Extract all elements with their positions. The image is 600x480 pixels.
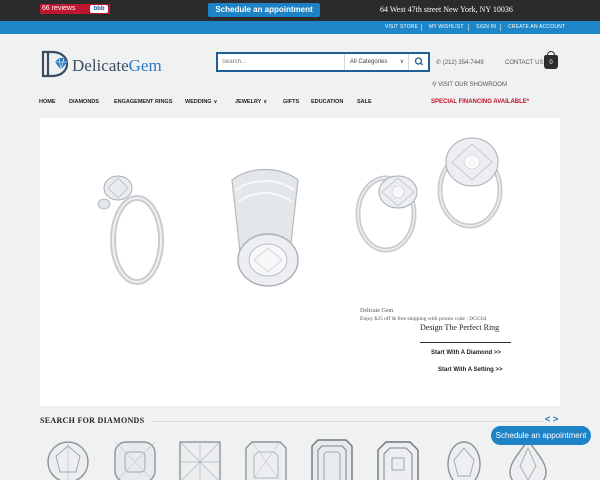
- chevron-down-icon: ∨: [263, 99, 268, 105]
- nav-education[interactable]: EDUCATION: [311, 96, 343, 108]
- solitaire-ring-image: [355, 175, 418, 253]
- halo-ring-image: [231, 169, 299, 287]
- emerald-diamond-shape[interactable]: [308, 436, 356, 480]
- bbb-logo: bbb: [90, 5, 108, 13]
- cart-icon[interactable]: 0: [544, 51, 558, 69]
- nav-diamonds[interactable]: DIAMONDS: [69, 96, 99, 108]
- cushion-diamond-shape[interactable]: [111, 436, 159, 480]
- cart-count: 0: [549, 60, 553, 66]
- hero-title: Design The Perfect Ring: [420, 323, 500, 332]
- divider: [500, 24, 501, 31]
- engagement-ring-image: [97, 175, 164, 285]
- category-select[interactable]: All Categories ∨: [344, 54, 408, 70]
- logo-text-accent: Gem: [128, 56, 162, 75]
- reviews-count: 66 reviews: [42, 5, 76, 12]
- logo-text-main: Delicate: [72, 56, 129, 75]
- wishlist-link[interactable]: MY WISHLIST: [429, 21, 464, 34]
- oval-ring-image: [437, 137, 503, 229]
- chevron-down-icon: ∨: [213, 99, 218, 105]
- nav-jewelry-label: JEWELRY: [235, 99, 262, 105]
- visit-showroom-link[interactable]: ⚲ VISIT OUR SHOWROOM: [432, 80, 507, 90]
- logo-wordmark[interactable]: DelicateGem: [72, 56, 162, 76]
- divider: [421, 24, 422, 31]
- top-bar: 66 reviews bbb Schedule an appointment 6…: [0, 0, 600, 21]
- logo-mark-icon[interactable]: [40, 50, 68, 78]
- contact-us-link[interactable]: CONTACT US: [505, 58, 543, 68]
- divider: [152, 421, 544, 422]
- create-account-link[interactable]: CREATE AN ACCOUNT: [508, 21, 565, 34]
- oval-diamond-shape[interactable]: [440, 436, 488, 480]
- floating-appointment-button[interactable]: Schedule an appointment: [491, 426, 591, 445]
- radiant-diamond-shape[interactable]: [242, 436, 290, 480]
- store-address: 64 West 47th street New York, NY 10036: [380, 5, 513, 14]
- nav-wedding-label: WEDDING: [185, 99, 212, 105]
- promo-brand: Delicate Gem: [360, 308, 394, 314]
- search-bar: All Categories ∨: [216, 52, 430, 72]
- nav-gifts[interactable]: GIFTS: [283, 96, 299, 108]
- nav-engagement-rings[interactable]: ENGAGEMENT RINGS: [114, 96, 172, 108]
- category-select-value: All Categories: [350, 59, 388, 65]
- divider: [468, 24, 469, 31]
- chevron-down-icon: ∨: [399, 59, 404, 65]
- sign-in-link[interactable]: SIGN IN: [476, 21, 496, 34]
- search-button[interactable]: [408, 54, 428, 70]
- nav-sale[interactable]: SALE: [357, 96, 372, 108]
- princess-diamond-shape[interactable]: [176, 436, 224, 480]
- phone-number[interactable]: ✆ (212) 354-7449: [436, 58, 484, 68]
- search-input[interactable]: [222, 54, 342, 70]
- schedule-appointment-button[interactable]: Schedule an appointment: [208, 3, 320, 17]
- nav-wedding[interactable]: WEDDING ∨: [185, 96, 217, 108]
- map-pin-icon: ⚲: [432, 82, 437, 88]
- divider: [420, 342, 511, 343]
- visit-store-link[interactable]: VISIT STORE: [385, 21, 418, 34]
- phone-icon: ✆: [436, 60, 442, 66]
- carousel-prev-arrow-icon[interactable]: <: [545, 413, 550, 425]
- search-icon: [414, 57, 424, 66]
- carousel-next-arrow-icon[interactable]: >: [553, 413, 558, 425]
- reviews-badge[interactable]: 66 reviews bbb: [40, 4, 110, 14]
- hero-banner[interactable]: Delicate Gem Enjoy $25 off & free shippi…: [40, 118, 560, 406]
- promo-code-text: Enjoy $25 off & free shipping with promo…: [360, 316, 487, 322]
- utility-link-bar: VISIT STORE MY WISHLIST SIGN IN CREATE A…: [0, 21, 600, 34]
- phone-text: (212) 354-7449: [442, 60, 484, 66]
- nav-jewelry[interactable]: JEWELRY ∨: [235, 96, 267, 108]
- page: 66 reviews bbb Schedule an appointment 6…: [0, 0, 600, 480]
- asscher-diamond-shape[interactable]: [374, 436, 422, 480]
- round-diamond-shape[interactable]: [44, 436, 92, 480]
- start-with-setting-link[interactable]: Start With A Setting >>: [438, 365, 503, 375]
- nav-home[interactable]: HOME: [39, 96, 56, 108]
- start-with-diamond-link[interactable]: Start With A Diamond >>: [431, 348, 501, 358]
- showroom-text: VISIT OUR SHOWROOM: [438, 82, 507, 88]
- special-financing-link[interactable]: SPECIAL FINANCING AVAILABLE*: [431, 96, 529, 108]
- search-for-diamonds-heading: SEARCH FOR DIAMONDS: [40, 416, 145, 425]
